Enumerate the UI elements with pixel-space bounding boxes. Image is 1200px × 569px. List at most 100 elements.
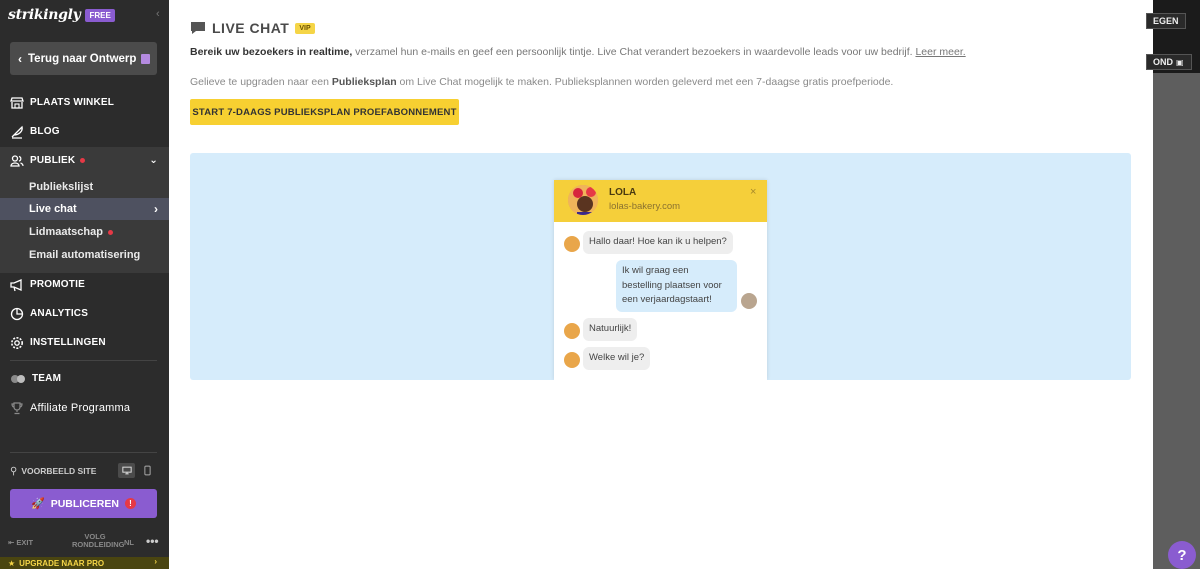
- collapse-sidebar-icon[interactable]: ‹: [156, 8, 166, 20]
- nav-item-store-label: PLAATS WINKEL: [30, 97, 115, 108]
- preview-site-label: VOORBEELD SITE: [21, 466, 97, 476]
- warning-icon: !: [124, 498, 136, 509]
- publish-button[interactable]: 🚀 PUBLICEREN !: [10, 489, 157, 518]
- follow-tour-link[interactable]: VOLG RONDLEIDING: [72, 533, 125, 549]
- megaphone-icon: [10, 278, 24, 292]
- mobile-icon: [144, 465, 151, 476]
- agent-site: lolas-bakery.com: [609, 201, 681, 212]
- sidebar-divider: [10, 360, 157, 361]
- team-avatars-icon: [10, 372, 26, 386]
- page-title: LIVE CHAT VIP: [190, 20, 315, 36]
- nav-item-store[interactable]: PLAATS WINKEL: [0, 88, 169, 117]
- search-icon: ⚲: [10, 465, 18, 477]
- description-text: verzamel hun e-mails en geef een persoon…: [352, 46, 916, 58]
- sidebar-footer: ⇤ EXIT VOLG RONDLEIDING NL •••: [8, 532, 163, 552]
- gear-icon: [10, 336, 24, 350]
- nav-item-settings-label: INSTELLINGEN: [30, 337, 106, 348]
- rocket-icon: 🚀: [31, 498, 45, 510]
- chat-message: Ik wil graag een bestelling plaatsen voo…: [616, 260, 737, 312]
- chat-widget-header: LOLA lolas-bakery.com ×: [554, 180, 767, 222]
- editor-button[interactable]: EGEN: [1146, 13, 1186, 29]
- feather-icon: [10, 125, 24, 139]
- chat-preview-area: LOLA lolas-bakery.com × Hallo daar! Hoe …: [190, 153, 1131, 380]
- nav-item-audience-label: PUBLIEK: [30, 155, 76, 166]
- editor-background: [1153, 0, 1200, 569]
- learn-more-link[interactable]: Leer meer.: [915, 46, 965, 58]
- store-icon: [10, 96, 24, 110]
- nav-item-settings[interactable]: INSTELLINGEN: [0, 328, 169, 357]
- publish-button-label: PUBLICEREN: [50, 497, 119, 510]
- chat-message: Hallo daar! Hoe kan ik u helpen?: [583, 231, 733, 254]
- exit-label: EXIT: [16, 538, 34, 547]
- nav-item-team-label: TEAM: [32, 373, 62, 384]
- agent-avatar-image: [568, 185, 598, 215]
- nav-item-affiliate-label: Affiliate Programma: [30, 401, 131, 414]
- avatar: [566, 183, 600, 217]
- people-icon: [10, 154, 24, 168]
- upgrade-notice-pre: Gelieve te upgraden naar een: [190, 76, 332, 88]
- desktop-icon: [121, 466, 132, 475]
- upgrade-notice-plan: Publieksplan: [331, 76, 397, 88]
- sub-item-email-automation[interactable]: Email automatisering: [0, 244, 169, 266]
- sub-item-membership[interactable]: Lidmaatschap: [0, 221, 169, 243]
- description-bold: Bereik uw bezoekers in realtime,: [190, 46, 353, 58]
- tour-label-line2: RONDLEIDING: [72, 540, 125, 549]
- close-icon: ×: [750, 186, 757, 198]
- design-cube-icon: [141, 53, 151, 64]
- upgrade-notice: Gelieve te upgraden naar een Publiekspla…: [190, 76, 1130, 88]
- chevron-right-icon: ›: [154, 202, 158, 216]
- nav-item-blog[interactable]: BLOG: [0, 117, 169, 146]
- live-chat-panel: LIVE CHAT VIP Bereik uw bezoekers in rea…: [169, 0, 1153, 569]
- nav-item-promotion-label: PROMOTIE: [30, 279, 85, 290]
- nav-item-audience[interactable]: PUBLIEK ⌄: [0, 146, 169, 175]
- logo-row: strikingly FREE: [8, 6, 115, 24]
- back-to-design-button[interactable]: ‹ Terug naar Ontwerp: [10, 42, 157, 75]
- editor-background-button[interactable]: OND ▣: [1146, 54, 1192, 70]
- start-trial-button[interactable]: START 7-DAAGS PUBLIEKSPLAN PROEFABONNEME…: [190, 99, 459, 125]
- user-avatar: [741, 293, 757, 309]
- plan-badge: FREE: [85, 8, 115, 22]
- star-icon: ★: [8, 558, 16, 568]
- more-options-icon[interactable]: •••: [146, 534, 159, 548]
- strikingly-logo[interactable]: strikingly: [8, 7, 81, 23]
- sub-item-audience-list-label: Publiekslijst: [29, 181, 94, 193]
- sub-item-audience-list[interactable]: Publiekslijst: [0, 176, 169, 198]
- nav-item-affiliate[interactable]: Affiliate Programma: [0, 393, 169, 422]
- upgrade-label: UPGRADE NAAR PRO: [19, 558, 105, 568]
- image-icon: ▣: [1176, 57, 1184, 67]
- mobile-preview-button[interactable]: [139, 463, 156, 478]
- upgrade-to-pro-banner[interactable]: ★ UPGRADE NAAR PRO ›: [0, 557, 169, 569]
- trophy-icon: [10, 401, 24, 415]
- nav-item-team[interactable]: TEAM: [0, 364, 169, 393]
- nav-item-analytics-label: ANALYTICS: [30, 308, 89, 319]
- sub-item-live-chat-label: Live chat: [29, 203, 77, 215]
- chevron-right-icon: ›: [154, 557, 157, 566]
- nav-item-promotion[interactable]: PROMOTIE: [0, 270, 169, 299]
- chevron-down-icon: ⌄: [149, 155, 158, 166]
- nav-item-blog-label: BLOG: [30, 126, 60, 137]
- sub-item-membership-label: Lidmaatschap: [29, 226, 103, 238]
- sub-item-email-automation-label: Email automatisering: [29, 249, 141, 261]
- notification-dot: [107, 229, 113, 235]
- bot-avatar: [564, 352, 580, 368]
- agent-name: LOLA: [609, 187, 637, 198]
- exit-link[interactable]: ⇤ EXIT: [8, 538, 33, 547]
- chat-widget-preview: LOLA lolas-bakery.com × Hallo daar! Hoe …: [554, 180, 767, 380]
- back-button-label: Terug naar Ontwerp: [28, 52, 137, 65]
- sub-item-live-chat[interactable]: Live chat ›: [0, 198, 169, 220]
- language-selector[interactable]: NL: [124, 538, 134, 547]
- notification-dot: [80, 158, 86, 163]
- desktop-preview-button[interactable]: [118, 463, 135, 478]
- vip-badge: VIP: [295, 22, 315, 34]
- sidebar-divider: [10, 452, 157, 453]
- upgrade-notice-post: om Live Chat mogelijk te maken. Publieks…: [396, 76, 894, 88]
- bot-avatar: [564, 323, 580, 339]
- chat-bubble-icon: [191, 22, 205, 34]
- help-button[interactable]: ?: [1168, 541, 1196, 569]
- chat-message: Natuurlijk!: [583, 318, 638, 341]
- nav-item-analytics[interactable]: ANALYTICS: [0, 299, 169, 328]
- pie-chart-icon: [10, 307, 24, 321]
- editor-background-label: OND: [1153, 57, 1173, 67]
- bot-avatar: [564, 236, 580, 252]
- chevron-left-icon: ‹: [18, 51, 22, 66]
